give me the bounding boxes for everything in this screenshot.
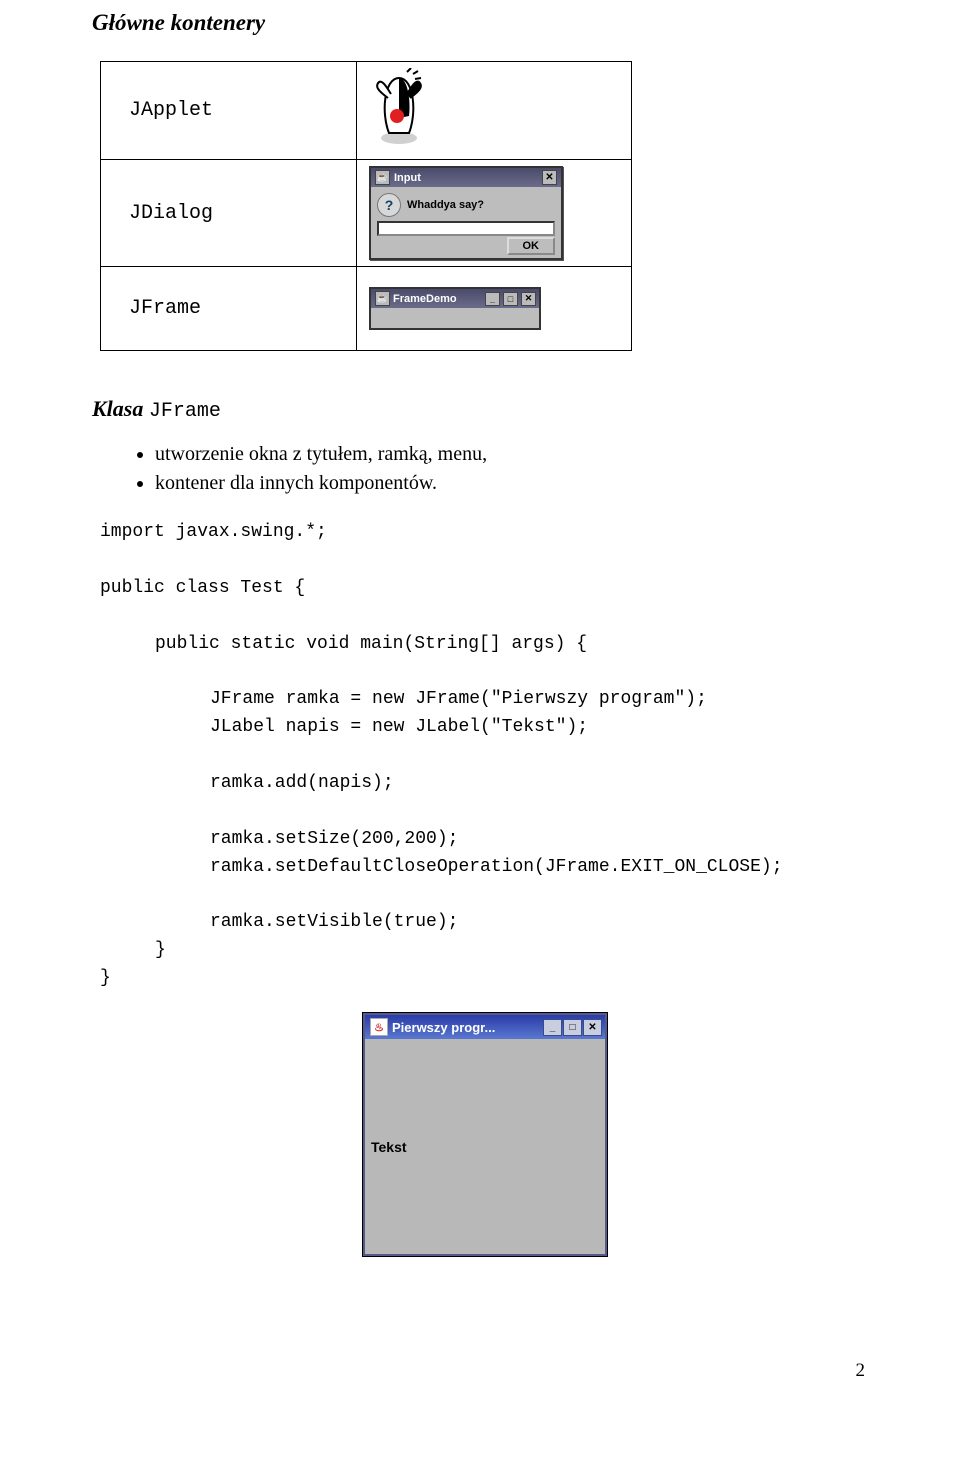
- close-icon[interactable]: ✕: [583, 1019, 602, 1036]
- program-window-title: Pierwszy progr...: [392, 1020, 538, 1035]
- container-illustration-cell: [357, 62, 632, 160]
- frame-titlebar: ☕ FrameDemo _ □ ✕: [371, 289, 539, 308]
- container-illustration-cell: ☕ Input ✕ ? Whaddya say? OK: [357, 160, 632, 267]
- dialog-title: Input: [394, 172, 421, 184]
- subheading-label: Klasa: [92, 396, 143, 421]
- ok-button[interactable]: OK: [507, 237, 556, 255]
- subheading: Klasa JFrame: [92, 396, 870, 423]
- code-line: public class Test {: [100, 578, 305, 598]
- table-row: JDialog ☕ Input ✕ ? Whaddya say?: [101, 160, 632, 267]
- feature-list: utworzenie okna z tytułem, ramką, menu, …: [100, 441, 870, 497]
- code-line: ramka.add(napis);: [100, 770, 394, 798]
- container-name-cell: JDialog: [101, 160, 357, 267]
- minimize-icon[interactable]: _: [485, 292, 500, 306]
- program-window-mock: ♨ Pierwszy progr... _ □ ✕ Tekst: [363, 1013, 607, 1256]
- frame-title: FrameDemo: [393, 293, 482, 305]
- dialog-prompt: Whaddya say?: [407, 199, 484, 211]
- container-name-cell: JFrame: [101, 267, 357, 351]
- program-titlebar: ♨ Pierwszy progr... _ □ ✕: [365, 1015, 605, 1039]
- maximize-icon[interactable]: □: [503, 292, 518, 306]
- list-item: kontener dla innych komponentów.: [155, 470, 870, 497]
- table-row: JApplet: [101, 62, 632, 160]
- containers-table: JApplet JDialog: [100, 61, 632, 351]
- close-icon[interactable]: ✕: [542, 170, 557, 185]
- minimize-icon[interactable]: _: [543, 1019, 562, 1036]
- frame-client-area: [371, 308, 539, 328]
- input-dialog-mock: ☕ Input ✕ ? Whaddya say? OK: [369, 166, 563, 260]
- code-line: public static void main(String[] args) {: [100, 631, 587, 659]
- frame-demo-mock: ☕ FrameDemo _ □ ✕: [369, 287, 541, 330]
- code-line: }: [100, 937, 166, 965]
- code-line: ramka.setDefaultCloseOperation(JFrame.EX…: [100, 854, 783, 882]
- question-icon: ?: [377, 193, 401, 217]
- java-cup-icon: ☕: [375, 291, 390, 306]
- program-label: Tekst: [371, 1139, 407, 1155]
- program-client-area: Tekst: [365, 1039, 605, 1254]
- java-cup-icon: ☕: [375, 170, 390, 185]
- code-line: import javax.swing.*;: [100, 522, 327, 542]
- code-line: ramka.setSize(200,200);: [100, 826, 458, 854]
- code-line: JFrame ramka = new JFrame("Pierwszy prog…: [100, 686, 707, 714]
- code-line: ramka.setVisible(true);: [100, 909, 458, 937]
- section-heading: Główne kontenery: [92, 10, 870, 36]
- container-name-cell: JApplet: [101, 62, 357, 160]
- duke-mascot-icon: [369, 68, 429, 148]
- dialog-text-field[interactable]: [377, 221, 555, 236]
- list-item: utworzenie okna z tytułem, ramką, menu,: [155, 441, 870, 468]
- page-number: 2: [856, 1360, 866, 1382]
- code-block: import javax.swing.*; public class Test …: [100, 519, 870, 993]
- close-icon[interactable]: ✕: [521, 292, 536, 306]
- code-line: JLabel napis = new JLabel("Tekst");: [100, 714, 588, 742]
- table-row: JFrame ☕ FrameDemo _ □ ✕: [101, 267, 632, 351]
- dialog-titlebar: ☕ Input ✕: [371, 168, 561, 187]
- code-line: }: [100, 968, 111, 988]
- java-cup-icon: ♨: [370, 1018, 388, 1036]
- subheading-classname: JFrame: [149, 400, 221, 423]
- container-illustration-cell: ☕ FrameDemo _ □ ✕: [357, 267, 632, 351]
- maximize-icon[interactable]: □: [563, 1019, 582, 1036]
